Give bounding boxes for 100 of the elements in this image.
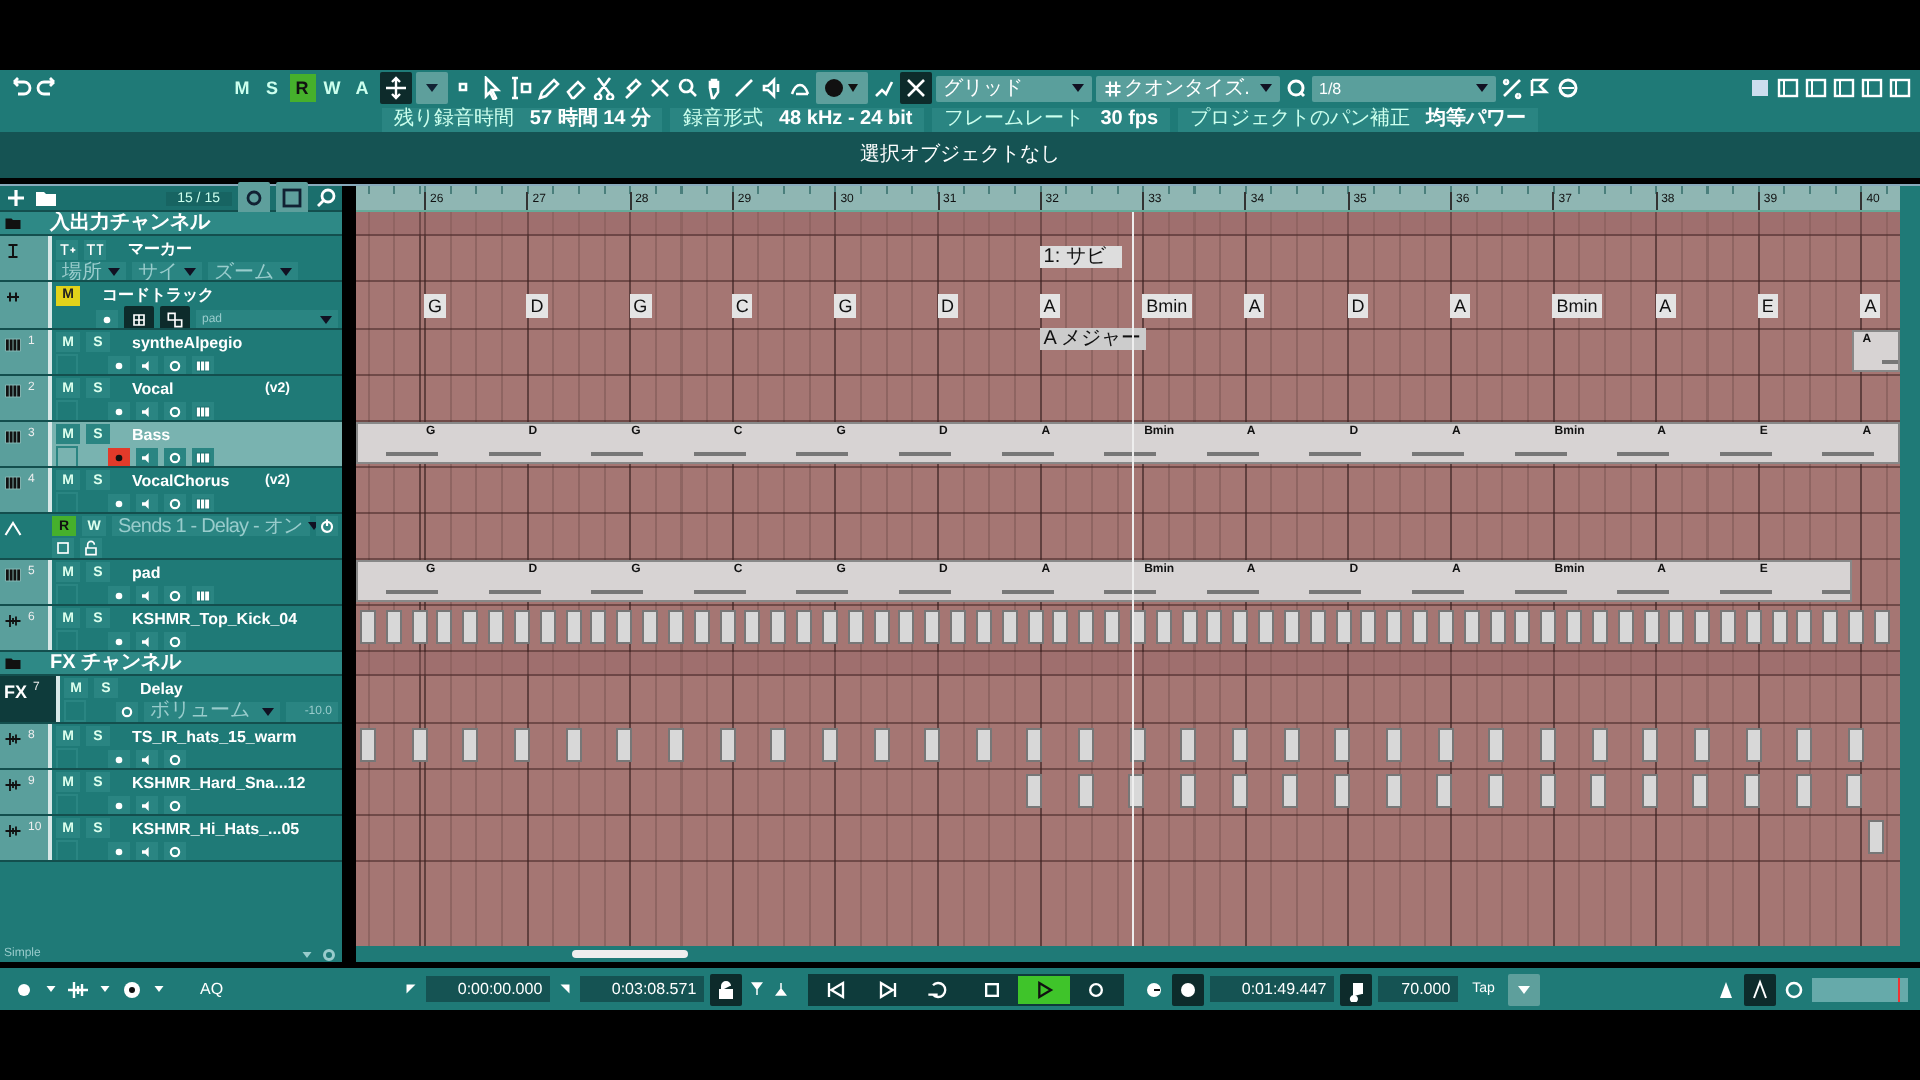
chord-event[interactable]: D [937,294,958,318]
chord-event[interactable]: D [1347,294,1369,318]
chord-event[interactable]: A [1244,294,1265,318]
marker-dropdown[interactable]: ズーム [208,262,298,280]
chord-event[interactable]: A [1655,294,1676,318]
keyboard-icon[interactable] [192,447,214,466]
speaker-icon[interactable] [136,749,158,768]
precount-icon[interactable] [1744,973,1777,1005]
edit-icon[interactable] [164,401,186,420]
chord-event[interactable]: A [1860,294,1881,318]
inspector-panel-icon[interactable] [1804,76,1828,100]
speaker-icon[interactable] [136,795,158,814]
grid-icon[interactable] [124,305,154,328]
automation-mode-button[interactable]: M [229,74,255,102]
add-marker-icon[interactable] [56,239,78,259]
range-select-icon[interactable] [507,76,531,100]
section-marker[interactable]: 1: サビ [1039,246,1122,268]
edit-icon[interactable] [164,355,186,374]
undo-icon[interactable] [8,76,32,100]
snap-type-dropdown[interactable]: グリッド [935,75,1091,101]
marker-dropdown[interactable]: 場所 [56,262,126,280]
edit-icon[interactable] [164,795,186,814]
parameter-dropdown[interactable]: ボリューム [144,701,280,721]
record-button-icon[interactable] [108,493,130,512]
clock-icon[interactable] [1172,973,1205,1005]
play-icon[interactable] [1018,975,1071,1003]
zoom-icon[interactable] [675,76,699,100]
eraser-icon[interactable] [563,76,587,100]
chord-event[interactable]: C [731,294,753,318]
right-panel-icon[interactable] [1860,76,1884,100]
waveform-icon[interactable] [66,977,90,1001]
chord-event[interactable]: Bmin [1142,294,1192,318]
automation-mode-button[interactable]: W [319,74,345,102]
edit-icon[interactable] [164,585,186,604]
pencil-icon[interactable] [535,76,559,100]
color-palette-icon[interactable] [815,72,867,104]
panel-icon[interactable] [276,182,308,214]
automation-mode-button[interactable]: S [259,74,285,102]
lock-icon[interactable] [710,973,743,1005]
chord-event[interactable]: G [834,294,857,318]
scissors-icon[interactable] [591,76,615,100]
caret-icon[interactable] [415,72,447,104]
speaker-icon[interactable] [136,841,158,860]
line-icon[interactable] [731,76,755,100]
keyboard-icon[interactable] [192,355,214,374]
window-layout-icon[interactable] [1748,76,1772,100]
chord-event[interactable]: E [1757,294,1778,318]
left-locator-icon[interactable] [402,980,421,998]
edit-icon[interactable] [164,447,186,466]
speaker-icon[interactable] [136,355,158,374]
edit-icon[interactable] [164,841,186,860]
record-button-icon[interactable] [108,401,130,420]
chord-event[interactable]: D [526,294,548,318]
punch-out-icon[interactable] [772,980,791,998]
keyboard-icon[interactable] [192,585,214,604]
speaker-icon[interactable] [136,493,158,512]
snap-icon[interactable] [871,76,895,100]
pointer-icon[interactable] [479,76,503,100]
right-locator-field[interactable]: 0:03:08.571 [580,976,705,1002]
quantize-value-dropdown[interactable]: 1/8 [1311,75,1495,101]
chord-event[interactable]: Bmin [1552,294,1602,318]
keyboard-icon[interactable] [192,493,214,512]
chord-event[interactable]: A [1039,294,1060,318]
record-button-icon[interactable] [108,841,130,860]
add-cycle-marker-icon[interactable] [84,239,106,259]
visibility-icon[interactable] [238,182,270,214]
mute-x-icon[interactable] [647,76,671,100]
show-icon[interactable] [52,538,74,558]
metronome-icon[interactable] [1142,977,1167,1001]
track-color-box[interactable] [56,840,78,860]
automation-parameter-dropdown[interactable]: Sends 1 - Delay - オン [112,516,310,536]
speaker-icon[interactable] [136,401,158,420]
chord-event[interactable]: G [424,294,447,318]
marker-dropdown[interactable]: サイ [132,262,202,280]
camera-panel-icon[interactable] [1888,76,1912,100]
redo-icon[interactable] [36,76,60,100]
left-panel-icon[interactable] [1776,76,1800,100]
record-button-icon[interactable] [108,585,130,604]
drag-tool-icon[interactable] [379,72,411,104]
punch-in-icon[interactable] [748,980,767,998]
record-button-icon[interactable] [108,795,130,814]
tempo-field[interactable]: 70.000 [1378,976,1459,1002]
keyboard-icon[interactable] [192,401,214,420]
snap-toggle-icon[interactable] [899,72,931,104]
flag-icon[interactable] [1527,76,1551,100]
right-locator-icon[interactable] [556,980,575,998]
automation-mode-button[interactable]: A [349,74,375,102]
record-button-icon[interactable] [108,631,130,650]
search-icon[interactable] [314,186,338,210]
speaker-icon[interactable] [136,447,158,466]
edit-icon[interactable] [164,631,186,650]
settings-icon[interactable] [320,945,338,963]
left-locator-field[interactable]: 0:00:00.000 [426,976,551,1002]
edit-icon[interactable] [116,701,138,721]
caret-icon[interactable] [1508,973,1541,1005]
speaker-icon[interactable] [136,631,158,650]
music-note-icon[interactable] [1340,973,1373,1005]
cycle-record-icon[interactable] [120,977,144,1001]
quantize-icon[interactable] [1283,76,1307,100]
record-button-icon[interactable] [108,447,130,466]
